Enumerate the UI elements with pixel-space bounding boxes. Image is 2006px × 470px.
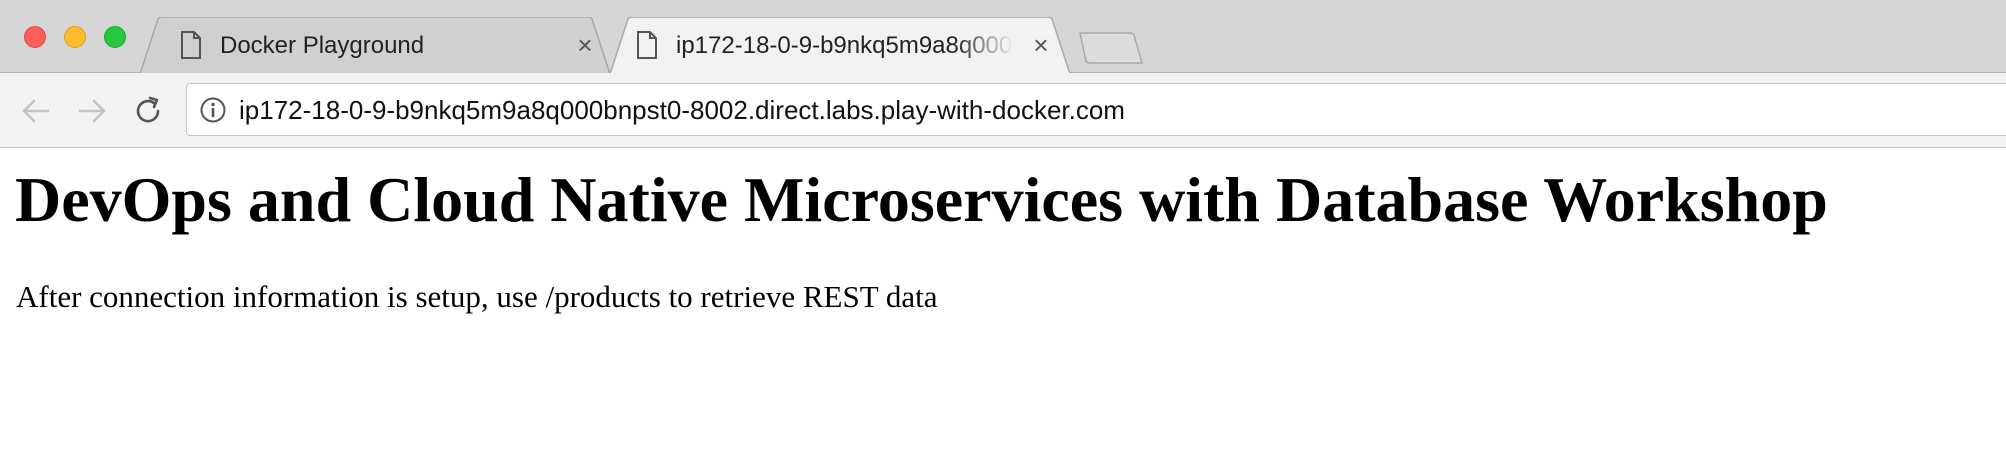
tab-title: Docker Playground [220, 32, 425, 59]
arrow-left-icon[interactable] [18, 93, 54, 129]
reload-icon[interactable] [130, 93, 166, 129]
document-icon [181, 31, 201, 59]
address-bar[interactable]: ip172-18-0-9-b9nkq5m9a8q000bnpst0-8002.d… [186, 83, 2006, 136]
tab-close-icon[interactable]: × [1028, 31, 1054, 59]
tab-strip: Docker Playground × ip172-18-0-9-b9nkq5m… [0, 0, 2006, 74]
browser-window: Docker Playground × ip172-18-0-9-b9nkq5m… [0, 0, 2006, 470]
document-icon [637, 31, 657, 59]
page-heading: DevOps and Cloud Native Microservices wi… [15, 164, 1828, 235]
new-tab-button[interactable] [1078, 31, 1144, 65]
tab-close-icon[interactable]: × [572, 31, 598, 59]
tab-title: ip172-18-0-9-b9nkq5m9a8q000bnpst0-8002.d… [676, 32, 1014, 59]
window-close-button[interactable] [24, 26, 46, 48]
toolbar: ip172-18-0-9-b9nkq5m9a8q000bnpst0-8002.d… [0, 73, 2006, 148]
url-text[interactable]: ip172-18-0-9-b9nkq5m9a8q000bnpst0-8002.d… [239, 94, 1125, 126]
page-content: DevOps and Cloud Native Microservices wi… [0, 148, 2006, 470]
page-paragraph: After connection information is setup, u… [16, 279, 938, 314]
arrow-right-icon[interactable] [74, 93, 110, 129]
tab-active-page[interactable]: ip172-18-0-9-b9nkq5m9a8q000bnpst0-8002.d… [610, 17, 1070, 74]
info-icon[interactable] [199, 96, 227, 124]
window-maximize-button[interactable] [104, 26, 126, 48]
window-minimize-button[interactable] [64, 26, 86, 48]
tab-docker-playground[interactable]: Docker Playground × [140, 17, 610, 74]
